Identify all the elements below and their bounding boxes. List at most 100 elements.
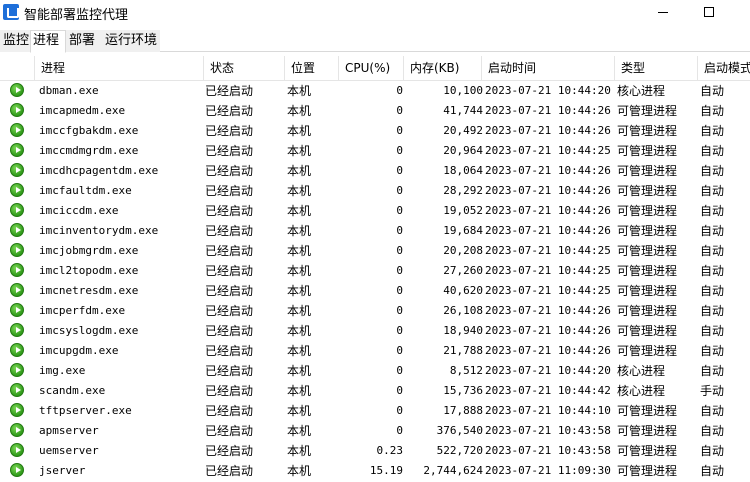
table-row[interactable]: imcapmedm.exe 已经启动 本机 0 41,744 2023-07-21 10:… [0,101,750,121]
process-cpu: 0 [396,384,403,397]
column-header-location[interactable]: 位置 [284,56,341,81]
column-header-start-time[interactable]: 启动时间 [481,56,616,81]
column-header-state[interactable]: 状态 [203,56,285,81]
status-cell [10,221,26,241]
column-header-cpu[interactable]: CPU(%) [338,56,404,81]
process-start-mode: 自动 [700,304,725,318]
process-start-time: 2023-07-21 10:44:26 [485,224,611,237]
process-cpu: 0 [396,424,403,437]
table-row[interactable]: imccmdmgrdm.exe 已经启动 本机 0 20,964 2023-07-21 1… [0,141,750,161]
table-row[interactable]: scandm.exe 已经启动 本机 0 15,736 2023-07-21 10:44:… [0,381,750,401]
process-memory: 2,744,624 [423,464,483,477]
process-memory: 20,492 [443,124,483,137]
process-memory: 20,964 [443,144,483,157]
table-row[interactable]: apmserver 已经启动 本机 0 376,540 2023-07-21 10:43:… [0,421,750,441]
process-name: imciccdm.exe [39,204,119,217]
play-icon [10,443,24,457]
play-icon [10,283,24,297]
process-location: 本机 [287,224,312,238]
process-type: 可管理进程 [617,264,678,278]
process-start-mode: 自动 [700,464,725,478]
table-row[interactable]: jserver 已经启动 本机 15.19 2,744,624 2023-07-21 11… [0,461,750,481]
table-row[interactable]: imcupgdm.exe 已经启动 本机 0 21,788 2023-07-21 10:4… [0,341,750,361]
minimize-button[interactable] [640,0,686,26]
status-cell [10,361,26,381]
process-memory: 8,512 [449,364,483,377]
process-cpu: 0 [396,84,403,97]
table-row[interactable]: imcl2topodm.exe 已经启动 本机 0 27,260 2023-07-21 1… [0,261,750,281]
play-icon [10,363,24,377]
process-memory: 18,064 [443,164,483,177]
tab-deploy[interactable]: 部署 [66,30,102,52]
process-memory: 41,744 [443,104,483,117]
tab-runtime-env[interactable]: 运行环境 [102,30,160,52]
process-state: 已经启动 [205,124,254,138]
process-cpu: 0 [396,364,403,377]
column-header-memory[interactable]: 内存(KB) [403,56,483,81]
process-start-time: 2023-07-21 10:44:20 [485,84,611,97]
play-icon [10,263,24,277]
table-row[interactable]: tftpserver.exe 已经启动 本机 0 17,888 2023-07-21 10… [0,401,750,421]
process-state: 已经启动 [205,224,254,238]
process-type: 可管理进程 [617,424,678,438]
table-row[interactable]: imcdhcpagentdm.exe 已经启动 本机 0 18,064 2023-07-2… [0,161,750,181]
process-start-time: 2023-07-21 10:44:26 [485,184,611,197]
status-cell [10,141,26,161]
process-name: tftpserver.exe [39,404,132,417]
table-row[interactable]: uemserver 已经启动 本机 0.23 522,720 2023-07-21 10:… [0,441,750,461]
tab-bar: 监控 进程 部署 运行环境 [0,30,750,53]
process-type: 可管理进程 [617,344,678,358]
process-state: 已经启动 [205,384,254,398]
table-row[interactable]: imcperfdm.exe 已经启动 本机 0 26,108 2023-07-21 10:… [0,301,750,321]
process-location: 本机 [287,444,312,458]
status-cell [10,321,26,341]
play-icon [10,163,24,177]
process-start-mode: 自动 [700,104,725,118]
process-state: 已经启动 [205,304,254,318]
status-cell [10,121,26,141]
status-cell [10,341,26,361]
table-row[interactable]: imcfaultdm.exe 已经启动 本机 0 28,292 2023-07-21 10… [0,181,750,201]
process-state: 已经启动 [205,164,254,178]
process-type: 核心进程 [617,364,666,378]
title-bar: 智能部署监控代理 [0,0,750,26]
process-start-time: 2023-07-21 10:44:26 [485,344,611,357]
process-state: 已经启动 [205,324,254,338]
process-memory: 18,940 [443,324,483,337]
process-location: 本机 [287,204,312,218]
process-location: 本机 [287,304,312,318]
process-start-mode: 自动 [700,84,725,98]
process-state: 已经启动 [205,424,254,438]
process-name: imcupgdm.exe [39,344,119,357]
process-cpu: 0.23 [376,444,404,457]
process-type: 可管理进程 [617,464,678,478]
column-header-start-mode[interactable]: 启动模式 [697,56,750,81]
column-header-process[interactable]: 进程 [34,56,204,81]
process-start-time: 2023-07-21 10:44:26 [485,204,611,217]
table-row[interactable]: imcsyslogdm.exe 已经启动 本机 0 18,940 2023-07-21 1… [0,321,750,341]
process-name: imcjobmgrdm.exe [39,244,139,257]
process-name: imcapmedm.exe [39,104,126,117]
table-row[interactable]: dbman.exe 已经启动 本机 0 10,100 2023-07-21 10:44:2… [0,81,750,101]
process-cpu: 0 [396,104,403,117]
process-type: 可管理进程 [617,244,678,258]
table-row[interactable]: imcjobmgrdm.exe 已经启动 本机 0 20,208 2023-07-21 1… [0,241,750,261]
process-memory: 28,292 [443,184,483,197]
process-state: 已经启动 [205,244,254,258]
table-row[interactable]: imcnetresdm.exe 已经启动 本机 0 40,620 2023-07-21 1… [0,281,750,301]
table-row[interactable]: imccfgbakdm.exe 已经启动 本机 0 20,492 2023-07-21 1… [0,121,750,141]
process-location: 本机 [287,344,312,358]
tab-monitor[interactable]: 监控 [0,30,30,52]
tab-process[interactable]: 进程 [30,30,66,53]
process-start-mode: 自动 [700,424,725,438]
maximize-icon [704,7,714,17]
maximize-button[interactable] [686,0,732,26]
process-start-time: 2023-07-21 10:44:25 [485,284,611,297]
table-row[interactable]: img.exe 已经启动 本机 0 8,512 2023-07-21 10:44:20 核心… [0,361,750,381]
process-location: 本机 [287,104,312,118]
table-row[interactable]: imcinventorydm.exe 已经启动 本机 0 19,684 2023-07-2… [0,221,750,241]
column-header-type[interactable]: 类型 [614,56,699,81]
process-type: 核心进程 [617,384,666,398]
table-row[interactable]: imciccdm.exe 已经启动 本机 0 19,052 2023-07-21 10:4… [0,201,750,221]
process-memory: 19,052 [443,204,483,217]
